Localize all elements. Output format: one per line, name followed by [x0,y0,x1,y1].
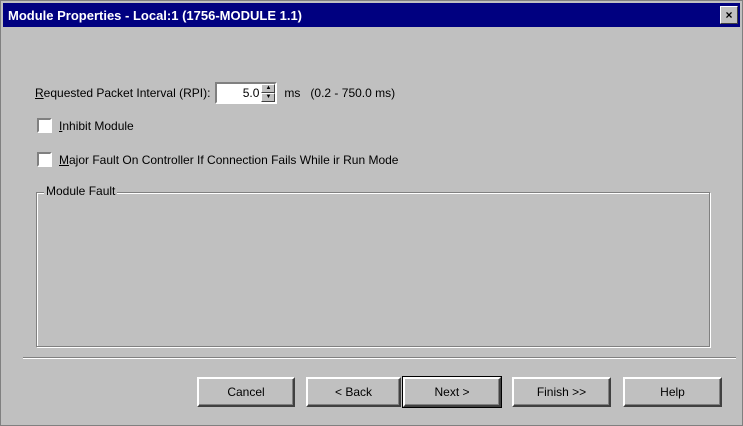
title-bar[interactable]: Module Properties - Local:1 (1756-MODULE… [3,3,740,27]
module-properties-dialog: Module Properties - Local:1 (1756-MODULE… [0,0,743,426]
rpi-row: Requested Packet Interval (RPI): ▲ ▼ ms … [35,82,395,104]
window-title: Module Properties - Local:1 (1756-MODULE… [8,8,303,23]
module-fault-group [36,192,710,347]
rpi-unit: ms [284,86,301,100]
spin-up-icon[interactable]: ▲ [261,84,276,93]
rpi-label: Requested Packet Interval (RPI): [35,86,211,100]
cancel-button[interactable]: Cancel [197,377,295,407]
back-button[interactable]: < Back [306,377,401,407]
finish-button[interactable]: Finish >> [512,377,611,407]
major-fault-label: Major Fault On Controller If Connection … [59,152,399,167]
close-button[interactable]: × [720,6,738,24]
spin-down-icon[interactable]: ▼ [261,93,276,102]
inhibit-module-row[interactable]: Inhibit Module [37,118,134,133]
inhibit-module-label: Inhibit Module [59,118,134,133]
module-fault-label: Module Fault [44,184,118,198]
rpi-spinbox: ▲ ▼ [215,82,278,104]
separator [23,357,736,359]
inhibit-module-checkbox[interactable] [37,118,52,133]
help-button[interactable]: Help [623,377,722,407]
rpi-spinner: ▲ ▼ [261,84,276,102]
next-button[interactable]: Next > [402,376,502,408]
rpi-range: (0.2 - 750.0 ms) [310,86,396,100]
major-fault-row[interactable]: Major Fault On Controller If Connection … [37,152,398,167]
major-fault-checkbox[interactable] [37,152,52,167]
rpi-input[interactable] [217,84,262,102]
